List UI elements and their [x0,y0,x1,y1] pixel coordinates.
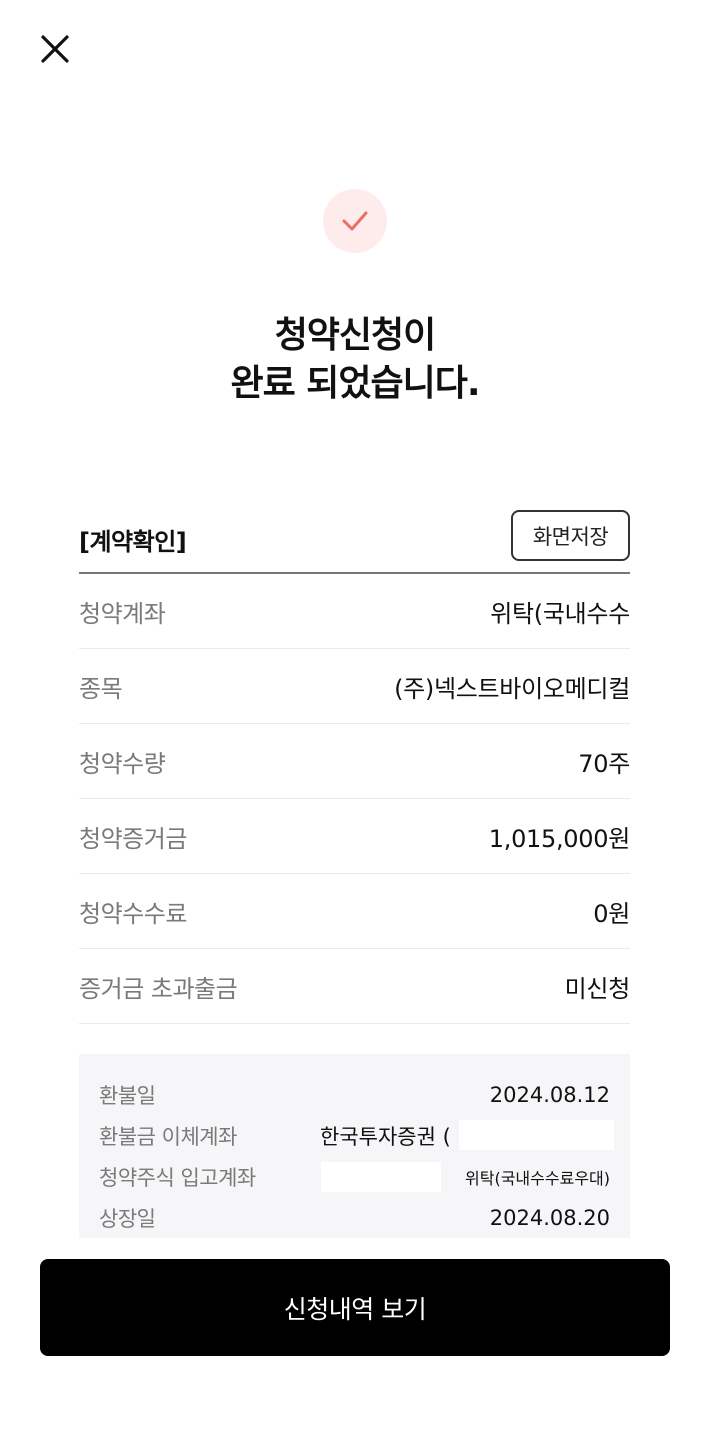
contract-details: 청약계좌 위탁(국내수수 종목 (주)넥스트바이오메디컬 청약수량 70주 청약… [79,574,630,1024]
view-history-button[interactable]: 신청내역 보기 [40,1259,670,1356]
detail-row-deposit: 청약증거금 1,015,000원 [79,799,630,874]
check-icon [342,211,368,231]
row-label: 증거금 초과출금 [79,974,238,1003]
row-value: 0원 [593,899,630,928]
row-value: 위탁(국내수수 [490,599,630,628]
detail-row-fee: 청약수수료 0원 [79,874,630,949]
row-label: 청약증거금 [79,824,187,853]
row-label: 청약수수료 [79,899,187,928]
masked-account-number [321,1162,441,1192]
info-label: 상장일 [99,1206,156,1231]
contract-section-header: [계약확인] 화면저장 [79,508,630,574]
detail-row-stock: 종목 (주)넥스트바이오메디컬 [79,649,630,724]
row-value: 1,015,000원 [488,824,630,853]
save-screen-button[interactable]: 화면저장 [511,510,630,561]
masked-account-number [459,1120,614,1150]
row-value: 70주 [578,749,630,778]
detail-row-quantity: 청약수량 70주 [79,724,630,799]
detail-row-excess-withdrawal: 증거금 초과출금 미신청 [79,949,630,1024]
success-badge [323,189,387,253]
row-label: 종목 [79,674,123,703]
row-value: (주)넥스트바이오메디컬 [394,674,630,703]
title-line-2: 완료 되었습니다. [230,363,480,404]
info-label: 환불일 [99,1083,156,1108]
page-title: 청약신청이 완료 되었습니다. [0,312,710,408]
detail-row-account: 청약계좌 위탁(국내수수 [79,574,630,649]
info-label: 환불금 이체계좌 [99,1124,237,1149]
contract-heading: [계약확인] [79,528,187,556]
title-line-1: 청약신청이 [274,315,437,356]
row-label: 청약계좌 [79,599,166,628]
row-label: 청약수량 [79,749,166,778]
refund-account: 한국투자증권 ( [320,1124,451,1149]
info-row-refund-account: 환불금 이체계좌 한국투자증권 ( [99,1115,614,1156]
close-icon [41,35,69,63]
info-row-stock-account: 청약주식 입고계좌 위탁(국내수수료우대) [99,1156,610,1197]
row-value: 미신청 [564,974,630,1003]
refund-date: 2024.08.12 [489,1082,610,1107]
close-button[interactable] [36,30,74,68]
info-row-refund-date: 환불일 2024.08.12 [99,1074,610,1115]
info-row-listing-date: 상장일 2024.08.20 [99,1197,610,1238]
info-label: 청약주식 입고계좌 [99,1165,256,1190]
refund-info-box: 환불일 2024.08.12 환불금 이체계좌 한국투자증권 ( 청약주식 입고… [79,1054,630,1238]
listing-date: 2024.08.20 [489,1205,610,1230]
stock-account: 위탁(국내수수료우대) [465,1168,610,1188]
